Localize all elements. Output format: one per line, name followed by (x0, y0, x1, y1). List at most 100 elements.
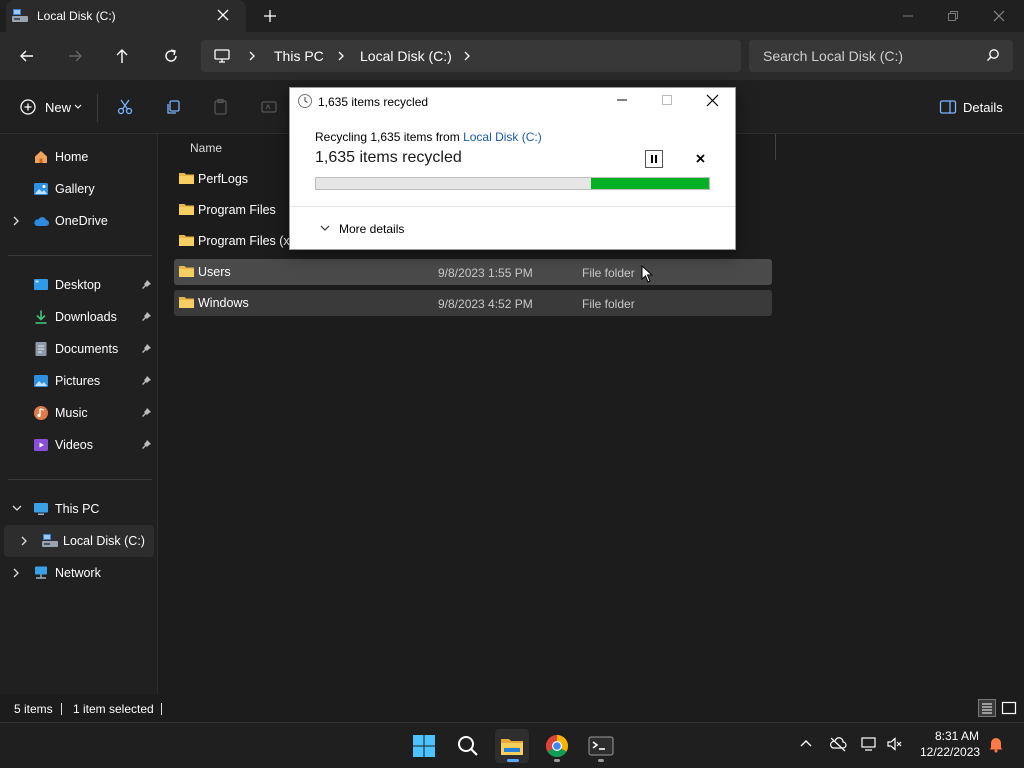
close-icon[interactable] (991, 8, 1007, 24)
pause-button[interactable] (645, 150, 663, 168)
plus-icon[interactable] (263, 9, 277, 23)
sidebar-item-home[interactable]: Home (0, 141, 158, 173)
up-arrow-icon[interactable] (112, 46, 132, 66)
network-icon (33, 565, 49, 581)
search-icon[interactable] (451, 729, 485, 763)
status-selection-count: 1 item selected (73, 702, 154, 716)
sidebar-label: Pictures (55, 374, 101, 388)
sidebar-item-network[interactable]: Network (0, 557, 158, 589)
sidebar-label: Network (55, 566, 101, 580)
music-icon (33, 405, 49, 421)
chevron-right-icon[interactable] (11, 215, 21, 227)
running-app-indicator (554, 759, 560, 762)
clock-date[interactable]: 12/22/2023 (920, 745, 980, 759)
more-details-button[interactable]: More details (339, 222, 404, 236)
sidebar-item-downloads[interactable]: Downloads (0, 301, 158, 333)
running-app-indicator (598, 759, 604, 762)
sidebar-label: Desktop (55, 278, 101, 292)
sidebar-item-music[interactable]: Music (0, 397, 158, 429)
tab-close-icon[interactable] (216, 8, 230, 22)
notification-bell-icon[interactable] (987, 735, 1005, 753)
breadcrumb-local-disk[interactable]: Local Disk (C:) (360, 48, 452, 64)
sidebar-item-local-disk[interactable]: Local Disk (C:) (4, 525, 154, 557)
toolbar-divider (97, 94, 98, 122)
pin-icon[interactable] (141, 439, 152, 450)
refresh-icon[interactable] (161, 46, 181, 66)
clock-time[interactable]: 8:31 AM (935, 729, 979, 743)
sidebar-item-onedrive[interactable]: OneDrive (0, 205, 158, 237)
chevron-right-icon[interactable] (11, 567, 21, 579)
column-header-name[interactable]: Name (190, 141, 222, 155)
download-icon (33, 309, 49, 325)
large-icons-view-icon[interactable] (1000, 699, 1018, 717)
sidebar-item-pictures[interactable]: Pictures (0, 365, 158, 397)
chevron-up-icon[interactable] (799, 737, 813, 749)
sidebar-item-gallery[interactable]: Gallery (0, 173, 158, 205)
cloud-icon (33, 213, 49, 229)
sidebar-item-this-pc[interactable]: This PC (0, 493, 158, 525)
minimize-icon[interactable] (616, 94, 628, 106)
pin-icon[interactable] (141, 311, 152, 322)
row-type: File folder (582, 297, 635, 311)
pin-icon[interactable] (141, 343, 152, 354)
close-icon[interactable] (706, 94, 719, 107)
new-label[interactable]: New (45, 100, 71, 115)
drive-icon (41, 533, 58, 549)
sidebar-item-videos[interactable]: Videos (0, 429, 158, 461)
chevron-down-icon[interactable] (74, 104, 82, 110)
cancel-icon[interactable] (694, 152, 707, 165)
table-row[interactable]: Windows 9/8/2023 4:52 PM File folder (174, 290, 772, 316)
chrome-icon[interactable] (540, 729, 574, 763)
onedrive-offline-icon[interactable] (829, 736, 847, 752)
rename-icon[interactable] (260, 98, 278, 116)
folder-icon (178, 264, 195, 278)
details-view-icon[interactable] (978, 699, 996, 717)
sidebar-item-desktop[interactable]: Desktop (0, 269, 158, 301)
details-button[interactable]: Details (963, 100, 1003, 115)
row-name: Program Files (x8 (198, 234, 297, 248)
terminal-icon[interactable] (584, 729, 618, 763)
source-link[interactable]: Local Disk (C:) (463, 130, 542, 144)
progress-bar-fill (591, 178, 709, 189)
sidebar-label: Videos (55, 438, 93, 452)
paste-icon[interactable] (212, 98, 230, 116)
pin-icon[interactable] (141, 279, 152, 290)
folder-icon (178, 233, 195, 247)
folder-icon (178, 171, 195, 185)
pin-icon[interactable] (141, 375, 152, 386)
maximize-icon[interactable] (661, 94, 673, 106)
copy-icon[interactable] (164, 98, 182, 116)
document-icon (33, 341, 49, 357)
chevron-down-icon[interactable] (319, 223, 331, 233)
row-name: Program Files (198, 203, 276, 217)
subtitle-text: Recycling 1,635 items from (315, 130, 464, 144)
dialog-title: 1,635 items recycled (318, 95, 429, 109)
pin-icon[interactable] (141, 407, 152, 418)
cut-icon[interactable] (116, 98, 134, 116)
chevron-down-icon[interactable] (11, 503, 23, 513)
details-pane-icon[interactable] (939, 99, 957, 115)
minimize-icon[interactable] (900, 8, 916, 24)
search-icon[interactable] (985, 47, 1001, 63)
status-divider (161, 703, 162, 715)
tab-title: Local Disk (C:) (37, 9, 116, 23)
table-row[interactable]: Users 9/8/2023 1:55 PM File folder (174, 259, 772, 285)
row-date-modified: 9/8/2023 4:52 PM (438, 297, 533, 311)
chevron-right-icon[interactable] (19, 535, 29, 547)
row-name: PerfLogs (198, 172, 249, 186)
breadcrumb-this-pc[interactable]: This PC (274, 48, 324, 64)
start-button[interactable] (407, 729, 441, 763)
column-resize-handle[interactable] (775, 134, 776, 160)
active-app-indicator (507, 759, 519, 762)
new-button[interactable] (16, 96, 38, 120)
chevron-right-icon[interactable] (462, 50, 472, 62)
search-placeholder: Search Local Disk (C:) (763, 48, 904, 64)
file-explorer-taskbar-icon[interactable] (495, 729, 529, 763)
forward-arrow-icon[interactable] (65, 46, 85, 66)
network-status-icon[interactable] (860, 736, 878, 752)
restore-icon[interactable] (945, 8, 961, 24)
back-arrow-icon[interactable] (17, 46, 37, 66)
sidebar-item-documents[interactable]: Documents (0, 333, 158, 365)
dialog-status-text: 1,635 items recycled (315, 149, 462, 166)
volume-muted-icon[interactable] (886, 736, 904, 752)
